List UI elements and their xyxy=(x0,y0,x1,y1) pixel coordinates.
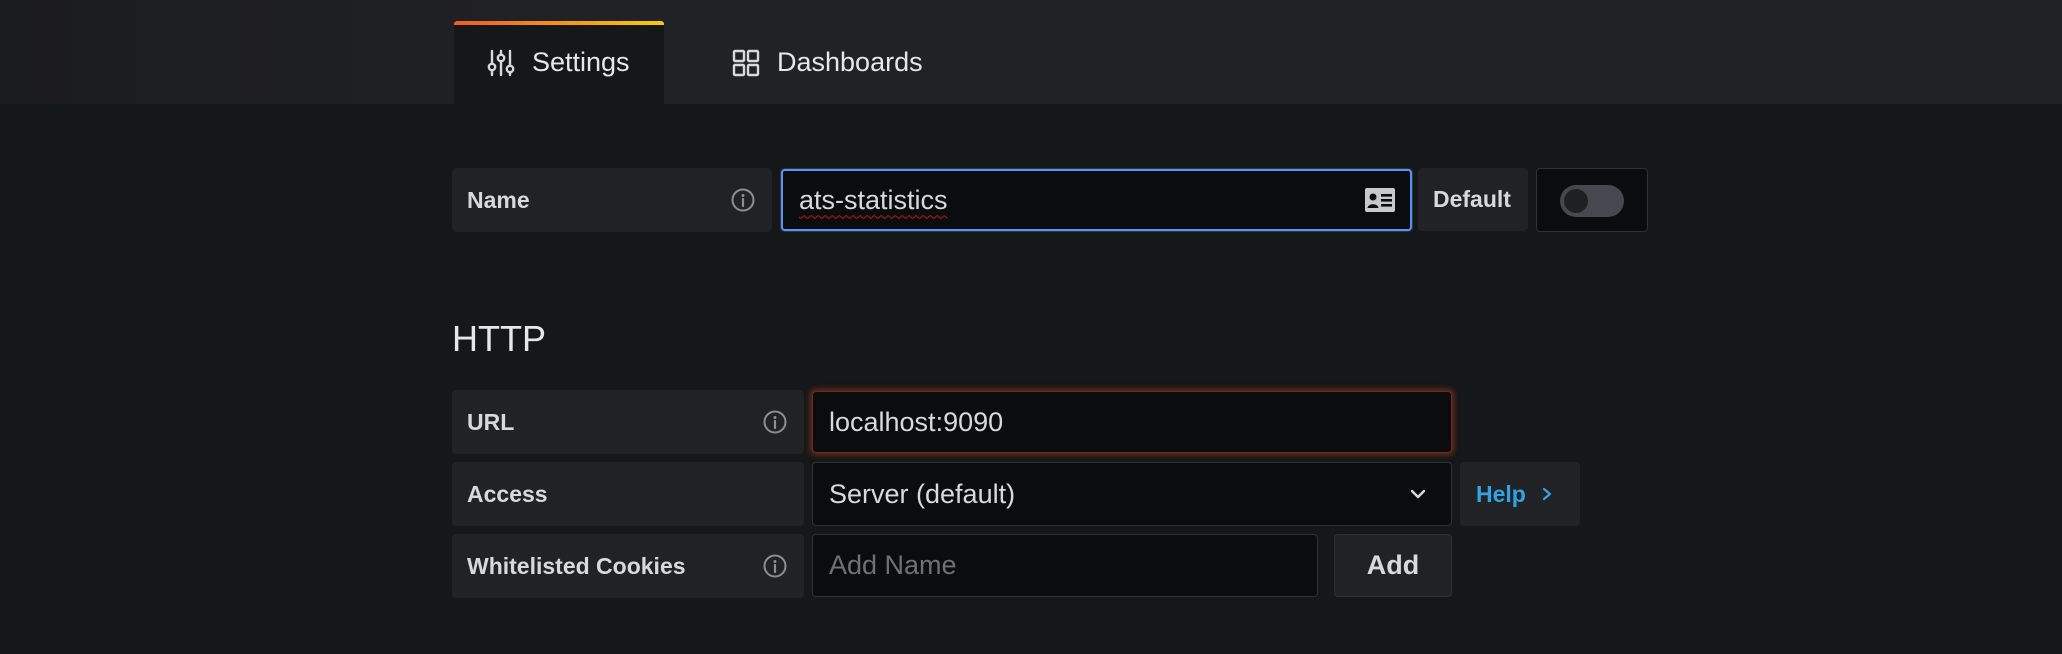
name-input-value: ats-statistics xyxy=(799,184,948,215)
whitelisted-cookies-label: Whitelisted Cookies xyxy=(452,534,804,598)
sliders-icon xyxy=(487,49,515,76)
help-button-label: Help xyxy=(1476,480,1526,507)
tab-dashboards-label: Dashboards xyxy=(777,47,923,77)
apps-grid-icon xyxy=(732,49,760,76)
access-label-text: Access xyxy=(467,480,548,507)
url-input-value: localhost:9090 xyxy=(829,406,1004,437)
tab-settings[interactable]: Settings xyxy=(454,21,664,104)
cookie-name-input[interactable] xyxy=(829,550,1317,581)
name-label-text: Name xyxy=(467,186,530,213)
url-input[interactable]: localhost:9090 xyxy=(812,391,1452,453)
default-label: Default xyxy=(1418,168,1528,231)
info-icon[interactable] xyxy=(730,187,756,213)
access-select[interactable]: Server (default) xyxy=(812,462,1452,526)
info-icon[interactable] xyxy=(762,409,788,435)
chevron-down-icon xyxy=(1410,489,1426,499)
url-label-text: URL xyxy=(467,408,515,435)
chevron-right-icon xyxy=(1542,487,1551,501)
info-icon[interactable] xyxy=(762,553,788,579)
default-label-text: Default xyxy=(1433,186,1511,212)
contact-card-icon[interactable] xyxy=(1364,187,1396,213)
help-button[interactable]: Help xyxy=(1460,462,1580,526)
active-tab-indicator xyxy=(454,21,664,25)
page-header-band xyxy=(0,0,2062,104)
section-title-http: HTTP xyxy=(452,318,546,359)
cookie-name-input-wrapper xyxy=(812,534,1318,597)
url-label: URL xyxy=(452,390,804,454)
add-cookie-button[interactable]: Add xyxy=(1334,534,1452,597)
whitelisted-cookies-label-text: Whitelisted Cookies xyxy=(467,552,686,579)
tab-settings-label: Settings xyxy=(532,47,630,77)
default-toggle[interactable] xyxy=(1560,185,1624,217)
toggle-knob xyxy=(1564,189,1588,213)
name-input[interactable]: ats-statistics xyxy=(781,169,1412,231)
access-select-value: Server (default) xyxy=(829,478,1016,509)
name-label: Name xyxy=(452,168,772,232)
access-label: Access xyxy=(452,462,804,526)
tab-dashboards[interactable]: Dashboards xyxy=(730,21,960,104)
default-toggle-container xyxy=(1536,168,1648,232)
add-cookie-button-label: Add xyxy=(1366,550,1420,580)
